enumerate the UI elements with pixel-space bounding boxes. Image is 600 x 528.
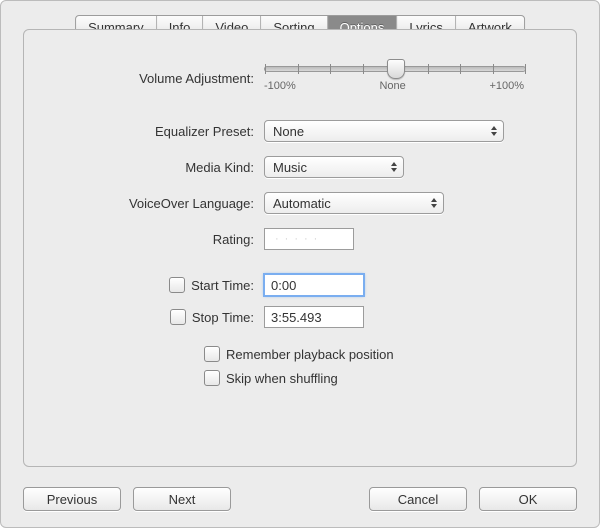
- rating-dots: ·····: [271, 233, 323, 245]
- media-kind-label: Media Kind:: [54, 160, 264, 175]
- slider-min-label: -100%: [264, 80, 296, 92]
- volume-slider[interactable]: [264, 66, 526, 72]
- slider-max-label: +100%: [489, 80, 524, 92]
- equalizer-preset-label: Equalizer Preset:: [54, 124, 264, 139]
- stop-time-field[interactable]: 3:55.493: [264, 306, 364, 328]
- start-time-value: 0:00: [271, 278, 296, 293]
- updown-arrows-icon: [431, 198, 437, 208]
- updown-arrows-icon: [491, 126, 497, 136]
- skip-shuffling-checkbox[interactable]: [204, 370, 220, 386]
- previous-button[interactable]: Previous: [23, 487, 121, 511]
- slider-mid-label: None: [379, 80, 405, 92]
- rating-label: Rating:: [54, 232, 264, 247]
- voiceover-language-label: VoiceOver Language:: [54, 196, 264, 211]
- stop-time-label: Stop Time:: [192, 310, 254, 325]
- get-info-window: Summary Info Video Sorting Options Lyric…: [0, 0, 600, 528]
- media-kind-value: Music: [273, 160, 307, 175]
- start-time-checkbox[interactable]: [169, 277, 185, 293]
- volume-adjustment-label: Volume Adjustment:: [54, 71, 264, 86]
- media-kind-popup[interactable]: Music: [264, 156, 404, 178]
- skip-shuffling-label: Skip when shuffling: [226, 371, 338, 386]
- button-bar: Previous Next Cancel OK: [23, 487, 577, 511]
- options-panel: Volume Adjustment: -100% None: [23, 29, 577, 467]
- updown-arrows-icon: [391, 162, 397, 172]
- start-time-label: Start Time:: [191, 278, 254, 293]
- stop-time-value: 3:55.493: [271, 310, 322, 325]
- voiceover-language-value: Automatic: [273, 196, 331, 211]
- voiceover-language-popup[interactable]: Automatic: [264, 192, 444, 214]
- cancel-button[interactable]: Cancel: [369, 487, 467, 511]
- next-button[interactable]: Next: [133, 487, 231, 511]
- ok-button[interactable]: OK: [479, 487, 577, 511]
- remember-playback-label: Remember playback position: [226, 347, 394, 362]
- start-time-field[interactable]: 0:00: [264, 274, 364, 296]
- remember-playback-checkbox[interactable]: [204, 346, 220, 362]
- equalizer-preset-value: None: [273, 124, 304, 139]
- rating-field[interactable]: ·····: [264, 228, 354, 250]
- volume-slider-thumb[interactable]: [387, 59, 405, 79]
- stop-time-checkbox[interactable]: [170, 309, 186, 325]
- equalizer-preset-popup[interactable]: None: [264, 120, 504, 142]
